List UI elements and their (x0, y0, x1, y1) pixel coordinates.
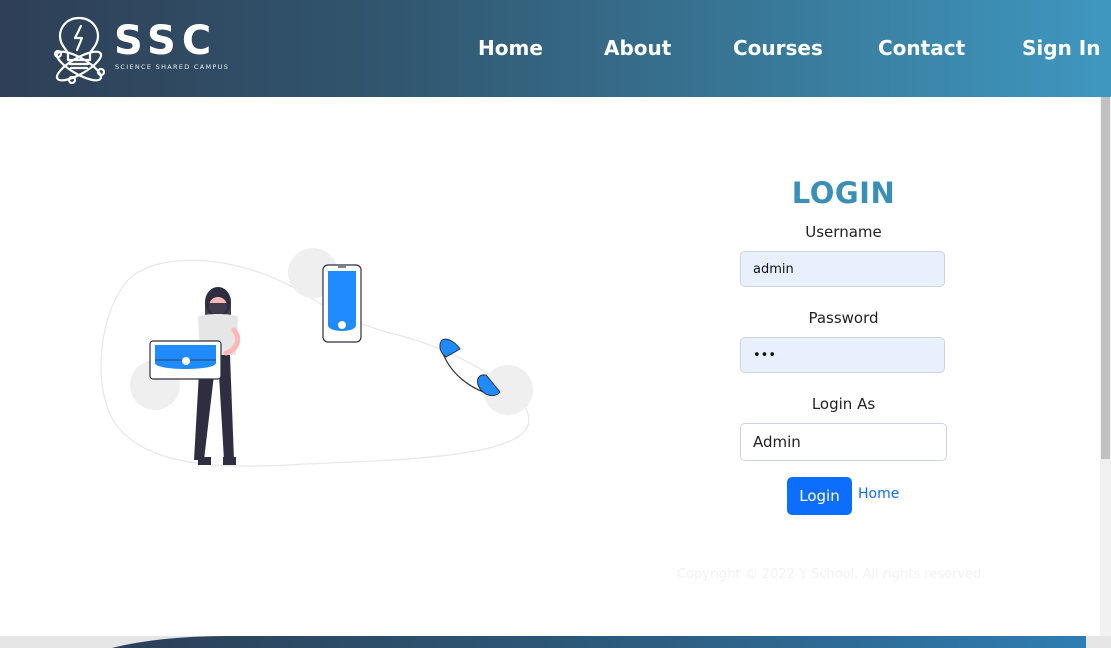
footer (0, 636, 1111, 648)
login-as-select[interactable]: Admin (740, 423, 947, 461)
username-label: Username (805, 223, 882, 241)
login-as-label: Login As (811, 395, 876, 413)
nav-sign-in[interactable]: Sign In (1022, 36, 1100, 60)
login-title: LOGIN (791, 176, 896, 210)
login-as-value: Admin (753, 433, 801, 451)
nav-courses[interactable]: Courses (733, 36, 823, 60)
password-label: Password (808, 309, 879, 327)
nav-about[interactable]: About (604, 36, 671, 60)
brand-logo[interactable]: SSC SCIENCE SHARED CAMPUS (52, 12, 232, 84)
brand-tagline: SCIENCE SHARED CAMPUS (115, 63, 230, 71)
site-header: SSC SCIENCE SHARED CAMPUS Home About Cou… (0, 0, 1111, 97)
home-link[interactable]: Home (858, 486, 899, 502)
footer-wave (66, 636, 1086, 648)
lightbulb-atom-icon (53, 16, 106, 84)
nav-contact[interactable]: Contact (878, 36, 965, 60)
username-input[interactable] (740, 251, 945, 287)
nav-home[interactable]: Home (478, 36, 543, 60)
password-input[interactable] (740, 337, 945, 373)
login-button[interactable]: Login (787, 477, 852, 515)
copyright-text: Copyright © 2022 Y School. All rights re… (677, 567, 986, 582)
scrollbar-thumb[interactable] (1101, 97, 1110, 459)
woman-with-laptop-and-phone-illustration (100, 248, 533, 467)
brand-name: SSC (114, 18, 218, 64)
